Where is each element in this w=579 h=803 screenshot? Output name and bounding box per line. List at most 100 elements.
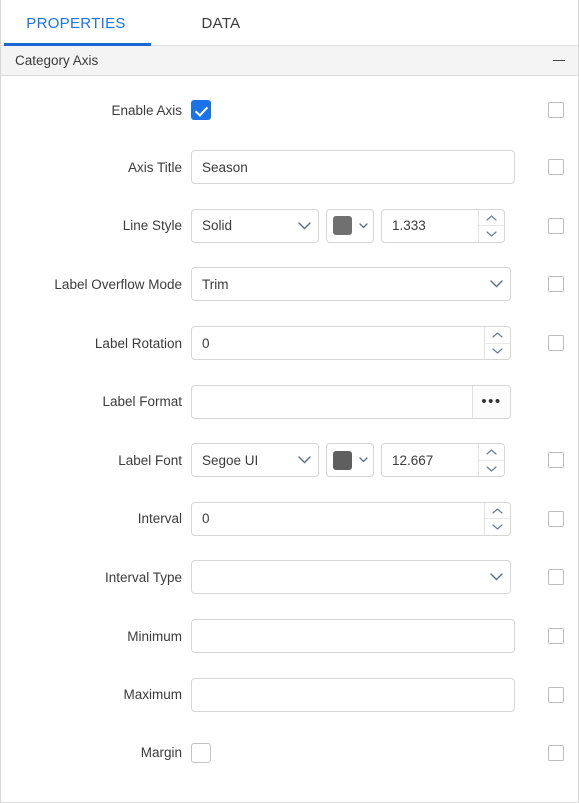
trailing-maximum (534, 686, 578, 703)
spinner-down-icon[interactable] (485, 344, 510, 360)
spinner-up-icon[interactable] (479, 444, 504, 461)
chevron-down-icon (352, 223, 374, 229)
margin-checkbox[interactable] (191, 742, 211, 763)
chevron-down-icon (290, 456, 318, 464)
chevron-down-icon (290, 222, 318, 230)
label-label-font: Label Font (118, 452, 182, 468)
row-label-font: Label Font Segoe UI 12.667 (1, 431, 578, 490)
section-title: Category Axis (15, 53, 99, 68)
axis-title-value: Season (202, 159, 248, 175)
label-overflow-mode-dropdown[interactable]: Trim (191, 267, 511, 302)
label-overflow-mode-value: Trim (202, 276, 229, 292)
label-font-color-picker[interactable] (326, 443, 374, 478)
label-interval-type: Interval Type (104, 569, 182, 585)
label-label-format: Label Format (102, 394, 182, 410)
row-interval: Interval 0 (1, 490, 578, 549)
bind-checkbox-enable-axis[interactable] (548, 102, 564, 118)
spinner-up-icon[interactable] (479, 210, 504, 227)
bind-checkbox-label-rotation[interactable] (548, 335, 564, 352)
bind-checkbox-interval-type[interactable] (548, 569, 564, 586)
spinner-up-icon[interactable] (485, 503, 510, 520)
label-label-rotation: Label Rotation (94, 335, 182, 351)
bind-checkbox-minimum[interactable] (548, 628, 564, 645)
trailing-enable-axis (534, 102, 578, 118)
tab-properties-label: PROPERTIES (26, 14, 126, 32)
controls-interval-type (191, 560, 534, 595)
bind-checkbox-maximum[interactable] (548, 686, 564, 703)
trailing-interval-type (534, 569, 578, 586)
label-enable-axis: Enable Axis (111, 102, 182, 118)
bind-checkbox-label-overflow-mode[interactable] (548, 276, 564, 293)
chevron-down-icon (482, 573, 510, 581)
row-line-style: Line Style Solid 1.333 (1, 197, 578, 256)
interval-type-dropdown[interactable] (191, 560, 511, 595)
bind-checkbox-axis-title[interactable] (548, 159, 564, 176)
trailing-label-font (534, 452, 578, 469)
line-style-color-picker[interactable] (326, 208, 374, 243)
label-margin: Margin (140, 745, 182, 761)
label-maximum: Maximum (123, 687, 182, 703)
controls-label-font: Segoe UI 12.667 (191, 443, 534, 478)
trailing-interval (534, 510, 578, 527)
spinner-down-icon[interactable] (485, 519, 510, 535)
line-style-value: Solid (202, 218, 233, 234)
spinner-down-icon[interactable] (479, 226, 504, 242)
trailing-label-overflow-mode (534, 276, 578, 293)
trailing-axis-title (534, 159, 578, 176)
label-line-style: Line Style (122, 218, 182, 234)
row-label-overflow-mode: Label Overflow Mode Trim (1, 255, 578, 314)
row-enable-axis: Enable Axis (1, 82, 578, 138)
label-minimum: Minimum (127, 628, 182, 644)
row-margin: Margin (1, 724, 578, 782)
label-format-input[interactable]: ••• (191, 384, 511, 419)
line-width-value: 1.333 (392, 218, 426, 234)
chevron-down-icon (352, 457, 374, 463)
controls-interval: 0 (191, 501, 534, 536)
line-style-dropdown[interactable]: Solid (191, 208, 319, 243)
chevron-down-icon (482, 280, 510, 288)
trailing-label-rotation (534, 335, 578, 352)
interval-spinner[interactable]: 0 (191, 501, 511, 536)
controls-margin (191, 742, 534, 763)
tab-properties[interactable]: PROPERTIES (1, 0, 151, 46)
bind-checkbox-interval[interactable] (548, 510, 564, 527)
controls-maximum (191, 677, 534, 712)
properties-panel: PROPERTIES DATA Category Axis Enable Axi… (0, 0, 579, 803)
label-font-size-value: 12.667 (392, 452, 434, 468)
ellipsis-icon[interactable]: ••• (472, 385, 510, 418)
label-rotation-spin-buttons (484, 327, 510, 360)
row-interval-type: Interval Type (1, 548, 578, 607)
interval-value: 0 (202, 511, 210, 527)
bind-checkbox-line-style[interactable] (548, 217, 564, 234)
maximum-input[interactable] (191, 677, 515, 712)
minus-icon[interactable] (551, 53, 567, 69)
controls-enable-axis (191, 100, 534, 120)
controls-label-rotation: 0 (191, 326, 534, 361)
tab-data[interactable]: DATA (151, 0, 291, 46)
section-header-category-axis[interactable]: Category Axis (1, 46, 578, 76)
line-width-spinner[interactable]: 1.333 (381, 208, 505, 243)
enable-axis-checkbox[interactable] (191, 100, 211, 120)
row-minimum: Minimum (1, 607, 578, 666)
trailing-line-style (534, 217, 578, 234)
axis-title-input[interactable]: Season (191, 150, 515, 185)
bind-checkbox-label-font[interactable] (548, 452, 564, 469)
minimum-input[interactable] (191, 619, 515, 654)
interval-spin-buttons (484, 502, 510, 535)
label-interval: Interval (137, 511, 182, 527)
label-rotation-spinner[interactable]: 0 (191, 326, 511, 361)
controls-line-style: Solid 1.333 (191, 208, 534, 243)
bind-checkbox-margin[interactable] (548, 744, 564, 761)
row-label-format: Label Format ••• (1, 372, 578, 431)
spinner-down-icon[interactable] (479, 461, 504, 477)
row-maximum: Maximum (1, 665, 578, 724)
label-font-color-swatch (333, 450, 352, 470)
line-width-spin-buttons (478, 209, 504, 242)
label-font-dropdown[interactable]: Segoe UI (191, 443, 319, 478)
controls-minimum (191, 619, 534, 654)
category-axis-form: Enable Axis Axis Title Season Line Style (1, 76, 578, 782)
label-font-size-spinner[interactable]: 12.667 (381, 443, 505, 478)
controls-axis-title: Season (191, 150, 534, 185)
spinner-up-icon[interactable] (485, 327, 510, 344)
controls-label-format: ••• (191, 384, 534, 419)
